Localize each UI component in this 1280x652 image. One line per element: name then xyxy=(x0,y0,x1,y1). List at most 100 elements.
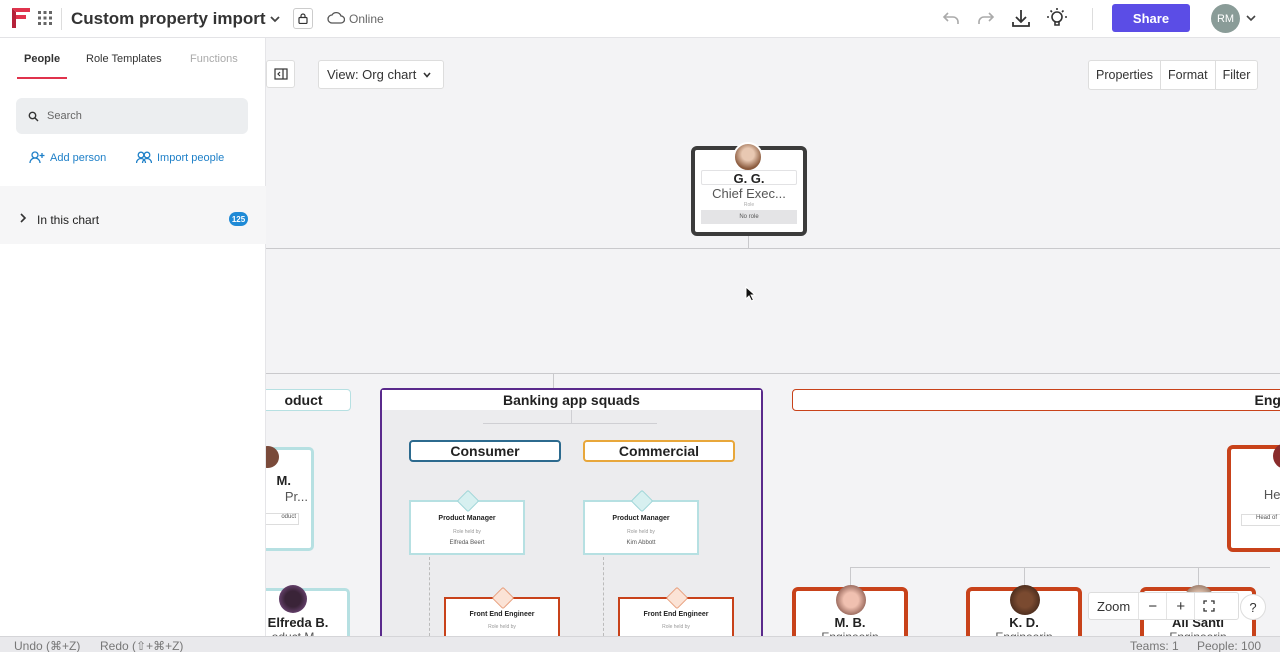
zoom-in-button[interactable]: + xyxy=(1166,593,1194,619)
mouse-cursor-icon xyxy=(745,286,757,302)
zoom-label: Zoom xyxy=(1097,598,1131,614)
role-title: Front End Engineer xyxy=(469,611,535,618)
role-card[interactable]: Product Manager Role held by Elfreda Bee… xyxy=(409,489,525,555)
collapse-sidebar-button[interactable] xyxy=(266,60,295,88)
person-card[interactable]: K. D. Engineerin xyxy=(966,585,1082,636)
group-name: Eng xyxy=(1254,392,1280,408)
import-people-button[interactable]: Import people xyxy=(136,151,224,164)
group-label-consumer[interactable]: Consumer xyxy=(409,440,561,462)
ideas-button[interactable] xyxy=(1046,7,1068,29)
role-holder: Elfreda Beert xyxy=(449,540,485,546)
chevron-right-icon[interactable] xyxy=(18,213,28,223)
in-this-chart-label: In this chart xyxy=(37,213,100,227)
person-card[interactable]: M Head Head of xyxy=(1227,443,1280,552)
role-held-label: Role held by xyxy=(488,624,516,630)
tab-functions[interactable]: Functions xyxy=(190,53,238,65)
redo-hint[interactable]: Redo (⇧+⌘+Z) xyxy=(100,639,183,652)
chevron-down-icon[interactable] xyxy=(268,12,282,26)
people-count: People: 100 xyxy=(1197,639,1262,652)
undo-button[interactable] xyxy=(940,7,962,29)
tab-role-templates[interactable]: Role Templates xyxy=(86,53,162,65)
lock-icon xyxy=(298,13,308,24)
active-tab-indicator xyxy=(17,77,67,79)
role-title: Product Manager xyxy=(612,515,670,522)
role-card[interactable]: Product Manager Role held by Kim Abbott xyxy=(583,489,699,555)
user-avatar[interactable]: RM xyxy=(1211,4,1240,33)
properties-button[interactable]: Properties xyxy=(1089,61,1161,89)
panel-buttons: Properties Format Filter xyxy=(1088,60,1259,90)
search-icon xyxy=(28,111,39,121)
group-name: Commercial xyxy=(618,443,700,459)
role-chip: Head of xyxy=(1241,514,1280,526)
download-button[interactable] xyxy=(1010,7,1032,29)
format-button[interactable]: Format xyxy=(1161,61,1216,89)
group-name: Consumer xyxy=(450,443,520,459)
cloud-sync-icon xyxy=(327,11,345,24)
fit-to-screen-button[interactable] xyxy=(1194,593,1222,619)
tab-people[interactable]: People xyxy=(24,53,60,65)
role-held-label: Role held by xyxy=(662,624,690,630)
undo-hint[interactable]: Undo (⌘+Z) xyxy=(14,639,80,652)
avatar xyxy=(733,142,763,172)
count-badge: 125 xyxy=(229,212,248,226)
teams-count: Teams: 1 xyxy=(1130,639,1179,652)
connector-line xyxy=(483,423,657,424)
person-name: M xyxy=(1231,471,1280,486)
person-card[interactable]: M. B. Engineerin xyxy=(792,585,908,636)
connector-line xyxy=(850,567,1270,568)
person-role: Pr... xyxy=(284,489,308,504)
lock-button[interactable] xyxy=(293,8,313,29)
zoom-out-button[interactable]: − xyxy=(1138,593,1166,619)
root-person-card[interactable]: G. G. Chief Exec... Role No role xyxy=(691,142,807,236)
connection-status: Online xyxy=(349,12,384,26)
group-title: Banking app squads xyxy=(382,390,761,410)
undo-icon xyxy=(942,12,959,24)
apps-grid-icon[interactable] xyxy=(37,10,53,26)
connector-line xyxy=(266,373,1280,374)
connector-line xyxy=(603,557,604,636)
avatar xyxy=(836,585,866,615)
lightbulb-icon xyxy=(1047,8,1067,26)
chevron-down-icon xyxy=(423,71,431,78)
import-people-label: Import people xyxy=(157,151,225,164)
app-logo-icon[interactable] xyxy=(10,6,32,30)
left-sidebar: People Role Templates Functions Add pers… xyxy=(0,38,266,636)
connector-line xyxy=(553,373,554,388)
filter-button[interactable]: Filter xyxy=(1216,61,1258,89)
add-person-icon xyxy=(29,151,45,164)
role-held-label: Role held by xyxy=(627,529,655,535)
person-card[interactable]: M. Pr... oduct xyxy=(266,446,314,551)
avatar xyxy=(279,585,307,613)
chevron-down-icon[interactable] xyxy=(1245,12,1257,24)
avatar xyxy=(1273,443,1280,469)
role-card[interactable]: Front End Engineer Role held by xyxy=(618,586,734,636)
search-box[interactable] xyxy=(16,98,248,134)
in-this-chart-section[interactable]: In this chart 125 xyxy=(0,186,266,244)
status-bar: Undo (⌘+Z) Redo (⇧+⌘+Z) Teams: 1 People:… xyxy=(0,636,1280,652)
help-button[interactable]: ? xyxy=(1240,594,1266,620)
org-chart-canvas[interactable]: View: Org chart Properties Format Filter… xyxy=(266,38,1280,636)
divider xyxy=(1092,8,1093,30)
search-input[interactable] xyxy=(47,110,227,122)
top-bar: Custom property import Online Share RM xyxy=(0,0,1280,38)
group-name: oduct xyxy=(284,392,323,408)
group-label-commercial[interactable]: Commercial xyxy=(583,440,735,462)
role-card[interactable]: Front End Engineer Role held by xyxy=(444,586,560,636)
redo-button[interactable] xyxy=(975,7,997,29)
role-chip: oduct xyxy=(266,513,299,525)
name-field xyxy=(701,170,797,185)
sidebar-tabs: People Role Templates Functions xyxy=(0,38,266,80)
person-name: Elfreda B. xyxy=(267,615,329,630)
document-title[interactable]: Custom property import xyxy=(71,9,266,29)
role-tag: No role xyxy=(701,210,797,224)
divider xyxy=(61,8,62,30)
role-label: Role xyxy=(743,202,755,208)
group-label-engineering[interactable]: Eng xyxy=(792,389,1280,411)
person-card[interactable]: Elfreda B. oduct M... xyxy=(266,585,350,636)
zoom-controls: Zoom − + xyxy=(1088,592,1239,620)
people-icon xyxy=(136,151,152,164)
group-label-product[interactable]: oduct xyxy=(266,389,351,411)
share-button[interactable]: Share xyxy=(1112,4,1190,32)
add-person-button[interactable]: Add person xyxy=(29,151,106,164)
view-select[interactable]: View: Org chart xyxy=(318,60,444,89)
